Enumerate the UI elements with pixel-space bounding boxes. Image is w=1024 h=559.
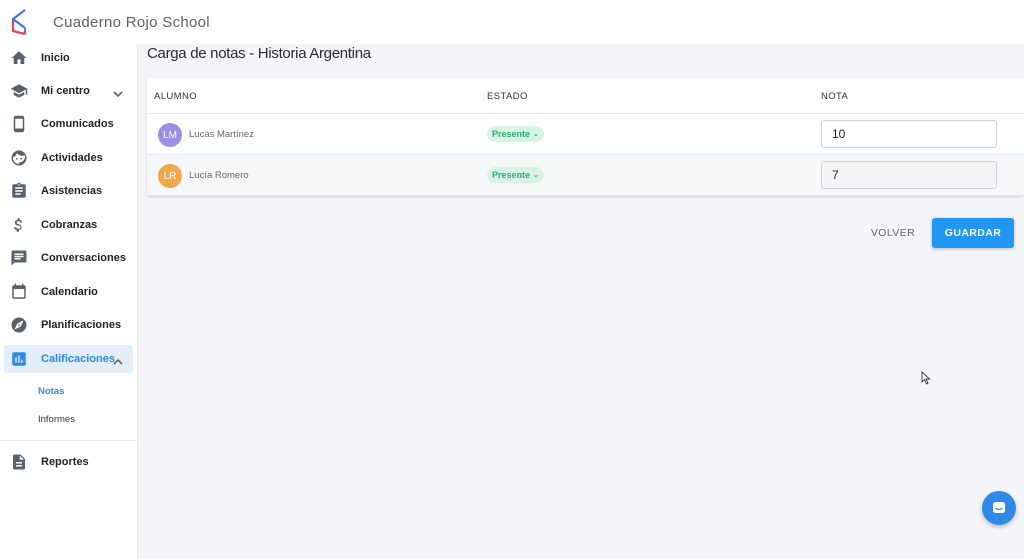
- sidebar-item-label: Actividades: [41, 152, 103, 164]
- sidebar-item-label: Planificaciones: [41, 319, 122, 331]
- calendar-icon: [10, 283, 28, 301]
- sidebar-item-calendario[interactable]: Calendario: [4, 278, 133, 306]
- sidebar-item-label: Asistencias: [41, 185, 103, 197]
- mouse-cursor-icon: [921, 371, 931, 385]
- table-header: ALUMNO ESTADO NOTA: [147, 78, 1024, 114]
- chat-bubble-icon: [993, 502, 1005, 513]
- app-title: Cuaderno Rojo School: [53, 13, 210, 31]
- column-header-estado: ESTADO: [487, 91, 528, 102]
- sidebar: Inicio Mi centro Comunicados Actividades…: [0, 44, 138, 559]
- sidebar-subitem-informes[interactable]: Informes: [38, 414, 75, 425]
- sidebar-item-comunicados[interactable]: Comunicados: [4, 110, 133, 138]
- chat-support-button[interactable]: [982, 491, 1016, 525]
- avatar: LR: [158, 164, 182, 188]
- table-row: LM Lucas Martínez Presente ⌄: [147, 114, 1024, 155]
- status-label: Presente: [492, 170, 531, 180]
- sidebar-item-asistencias[interactable]: Asistencias: [4, 177, 133, 205]
- sidebar-item-cobranzas[interactable]: Cobranzas: [4, 211, 133, 239]
- page-title: Carga de notas - Historia Argentina: [147, 45, 371, 62]
- top-bar: Cuaderno Rojo School: [0, 0, 1024, 44]
- compass-icon: [10, 316, 28, 334]
- sidebar-item-label: Calificaciones: [41, 353, 115, 365]
- grade-input[interactable]: [821, 120, 997, 148]
- column-header-nota: NOTA: [821, 91, 849, 102]
- school-icon: [10, 82, 28, 100]
- sidebar-item-planificaciones[interactable]: Planificaciones: [4, 311, 133, 339]
- sidebar-item-label: Comunicados: [41, 118, 114, 130]
- sidebar-item-calificaciones[interactable]: Calificaciones: [4, 345, 133, 373]
- grade-input[interactable]: [821, 161, 997, 189]
- student-name: Lucía Romero: [189, 170, 249, 181]
- sidebar-item-label: Mi centro: [41, 85, 90, 97]
- sidebar-item-inicio[interactable]: Inicio: [4, 44, 133, 72]
- sidebar-item-label: Cobranzas: [41, 219, 98, 231]
- face-icon: [10, 149, 28, 167]
- student-name: Lucas Martínez: [189, 129, 254, 140]
- phone-icon: [10, 115, 28, 133]
- chevron-down-icon: ⌄: [533, 172, 539, 179]
- save-button[interactable]: GUARDAR: [932, 218, 1014, 248]
- sidebar-item-mi-centro[interactable]: Mi centro: [4, 77, 133, 105]
- home-icon: [10, 49, 28, 67]
- document-icon: [10, 453, 28, 471]
- chevron-up-icon: [113, 354, 123, 365]
- sidebar-item-label: Reportes: [41, 456, 89, 468]
- chat-icon: [10, 249, 28, 267]
- sidebar-item-conversaciones[interactable]: Conversaciones: [4, 244, 133, 272]
- dollar-icon: [10, 216, 28, 234]
- chart-icon: [10, 350, 28, 368]
- sidebar-divider: [0, 440, 137, 441]
- chevron-down-icon: [113, 86, 123, 98]
- status-dropdown[interactable]: Presente ⌄: [487, 167, 544, 183]
- sidebar-item-reportes[interactable]: Reportes: [4, 448, 133, 476]
- sidebar-item-label: Conversaciones: [41, 252, 126, 264]
- chevron-down-icon: ⌄: [533, 131, 539, 138]
- back-button[interactable]: VOLVER: [862, 218, 924, 248]
- status-label: Presente: [492, 129, 531, 139]
- sidebar-subitem-notas[interactable]: Notas: [38, 386, 64, 397]
- status-dropdown[interactable]: Presente ⌄: [487, 126, 544, 142]
- sidebar-item-label: Calendario: [41, 286, 98, 298]
- clipboard-icon: [10, 182, 28, 200]
- grades-table: ALUMNO ESTADO NOTA LM Lucas Martínez Pre…: [147, 78, 1024, 196]
- column-header-alumno: ALUMNO: [154, 91, 198, 102]
- sidebar-item-label: Inicio: [41, 52, 70, 64]
- table-row: LR Lucía Romero Presente ⌄: [147, 155, 1024, 196]
- sidebar-item-actividades[interactable]: Actividades: [4, 144, 133, 172]
- avatar: LM: [158, 123, 182, 147]
- app-logo-icon[interactable]: [9, 7, 31, 37]
